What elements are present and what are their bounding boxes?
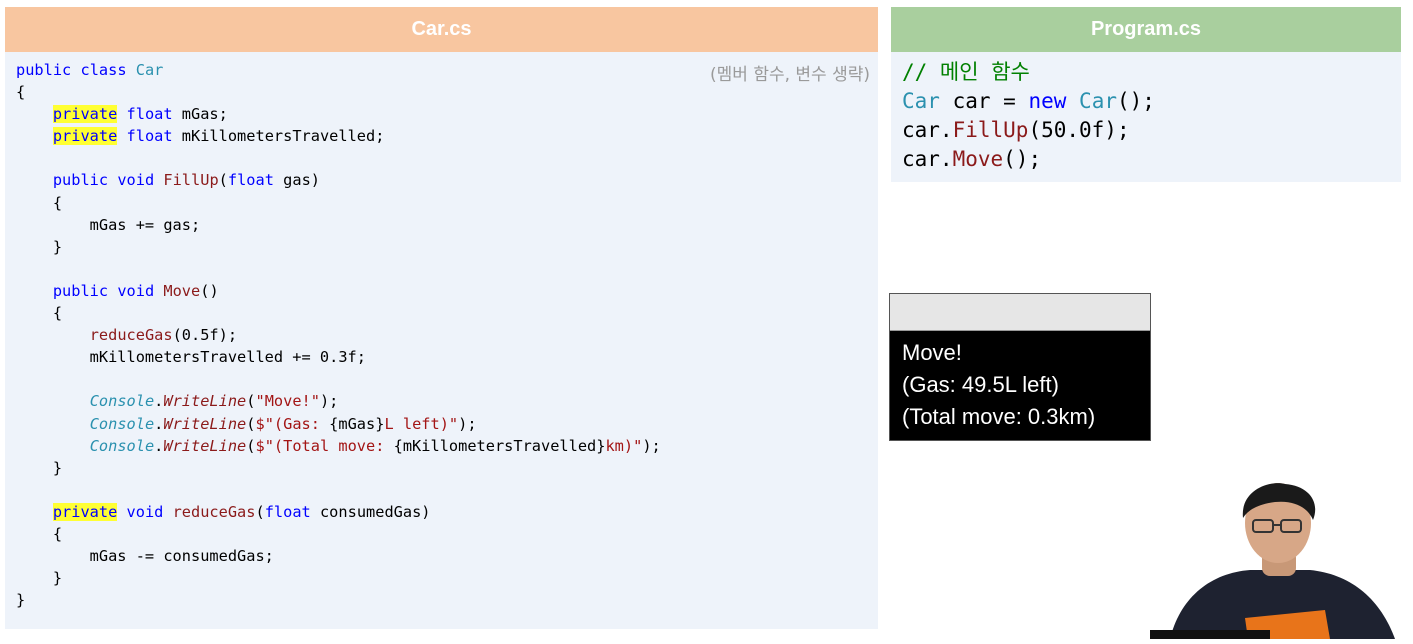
program-code-panel: Program.cs // 메인 함수 Car car = new Car(); c… [891,7,1401,182]
person-video-icon [1070,478,1413,639]
console-title-bar [890,294,1150,331]
omitted-note: (멤버 함수, 변수 생략) [710,65,870,85]
console-output: Move! (Gas: 49.5L left) (Total move: 0.3… [890,331,1150,433]
console-window: Move! (Gas: 49.5L left) (Total move: 0.3… [889,293,1151,441]
program-file-title: Program.cs [891,7,1401,52]
program-source-code: // 메인 함수 Car car = new Car(); car.FillUp(5… [902,60,1155,171]
console-line: (Total move: 0.3km) [902,404,1096,429]
console-line: (Gas: 49.5L left) [902,372,1059,397]
car-source-code: public class Car{ private float mGas; pr… [16,61,661,610]
console-line: Move! [902,340,962,365]
car-file-title: Car.cs [5,7,878,52]
car-code-panel: Car.cs (멤버 함수, 변수 생략) public class Car{ … [5,7,878,629]
